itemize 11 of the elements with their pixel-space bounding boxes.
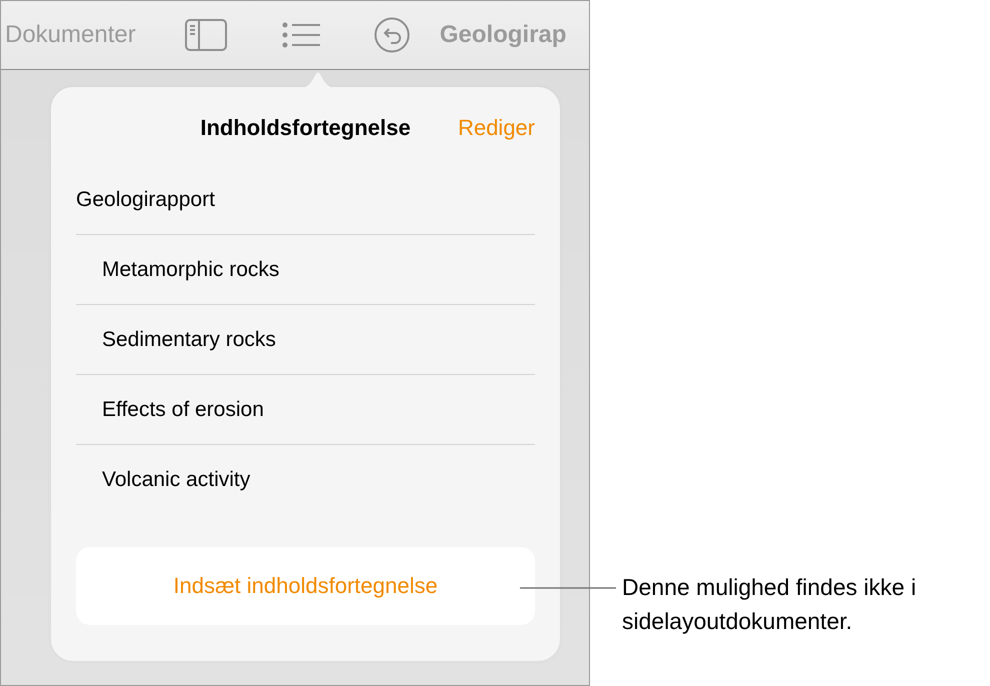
toc-item[interactable]: Effects of erosion xyxy=(102,398,264,422)
undo-icon[interactable] xyxy=(374,17,410,53)
callout-text: Denne mulighed findes ikke i sidelayoutdokumenter. xyxy=(622,573,918,636)
toc-item[interactable]: Metamorphic rocks xyxy=(102,258,280,282)
document-title: Geologirap xyxy=(440,21,566,49)
sidebar-icon[interactable] xyxy=(184,18,228,52)
toc-item[interactable]: Volcanic activity xyxy=(102,468,250,492)
toc-item[interactable]: Sedimentary rocks xyxy=(102,328,276,352)
toc-item[interactable]: Geologirapport xyxy=(76,188,215,212)
list-icon[interactable] xyxy=(282,22,320,48)
popover-title: Indholdsfortegnelse xyxy=(200,114,411,141)
